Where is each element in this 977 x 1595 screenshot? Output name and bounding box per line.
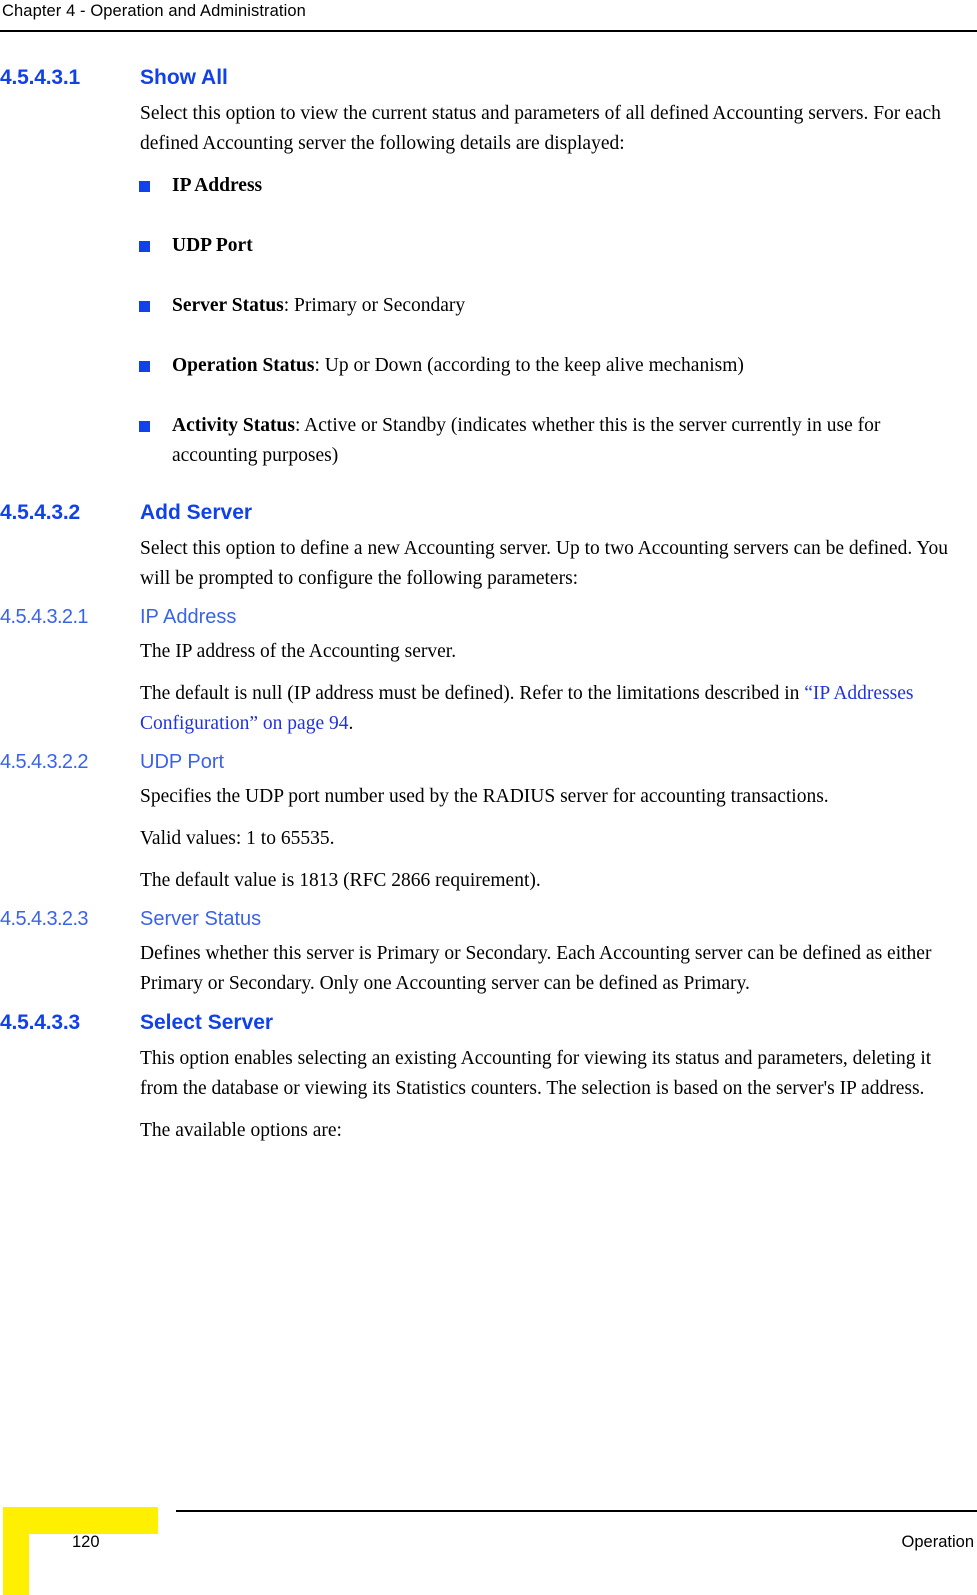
heading-show-all: 4.5.4.3.1 Show All [0,66,977,90]
list-item-label: Server Status [172,295,284,316]
paragraph-select-server-2: The available options are: [140,1120,342,1141]
list-item: Server Status: Primary or Secondary [0,291,977,321]
paragraph-udp-port-3: The default value is 1813 (RFC 2866 requ… [140,870,541,891]
paragraph-ip-address-1: The IP address of the Accounting server. [140,641,457,662]
page-number: 120 [72,1533,100,1551]
page-content: 4.5.4.3.1 Show All Select this option to… [0,66,977,1158]
list-item: Activity Status: Active or Standby (indi… [0,411,977,471]
heading-number-ip-address: 4.5.4.3.2.1 [0,606,89,628]
list-item: Operation Status: Up or Down (according … [0,351,977,381]
document-page: Chapter 4 - Operation and Administration… [0,0,977,1595]
header-rule [0,30,977,32]
heading-server-status: 4.5.4.3.2.3 Server Status [0,908,977,931]
paragraph-show-all-intro: Select this option to view the current s… [140,103,941,154]
heading-ip-address: 4.5.4.3.2.1 IP Address [0,606,977,629]
heading-number-add-server: 4.5.4.3.2 [0,501,80,524]
heading-select-server: 4.5.4.3.3 Select Server [0,1011,977,1035]
heading-number-select-server: 4.5.4.3.3 [0,1011,80,1034]
heading-title-show-all: Show All [140,66,228,89]
square-bullet-icon [139,181,150,192]
list-item-label: UDP Port [172,235,253,256]
heading-number-udp-port: 4.5.4.3.2.2 [0,751,89,773]
footer-section-name: Operation [901,1533,974,1551]
heading-title-udp-port: UDP Port [140,751,225,773]
list-item-text: : Up or Down (according to the keep aliv… [314,355,744,376]
running-header: Chapter 4 - Operation and Administration [2,2,306,20]
paragraph-ip-address-2: The default is null (IP address must be … [0,679,977,739]
heading-title-ip-address: IP Address [140,606,237,628]
list-item-label: Activity Status [172,415,295,436]
bullet-list-show-all-details: IP Address UDP Port Server Status: Prima… [0,171,977,471]
list-item-label: IP Address [172,175,263,196]
square-bullet-icon [139,361,150,372]
paragraph-udp-port-2: Valid values: 1 to 65535. [140,828,335,849]
paragraph-udp-port-1: Specifies the UDP port number used by th… [140,786,829,807]
heading-number-server-status: 4.5.4.3.2.3 [0,908,89,930]
paragraph-server-status-1: Defines whether this server is Primary o… [140,943,932,994]
list-item-label: Operation Status [172,355,315,376]
heading-title-server-status: Server Status [140,908,262,930]
list-item: UDP Port [0,231,977,261]
list-item-text: : Primary or Secondary [283,295,466,316]
heading-title-add-server: Add Server [140,501,253,524]
paragraph-select-server-1: This option enables selecting an existin… [140,1048,932,1099]
yellow-tab-marker-horizontal [3,1507,158,1534]
paragraph-text-after-link: . [348,713,354,734]
paragraph-add-server-intro: Select this option to define a new Accou… [140,538,948,589]
heading-number-show-all: 4.5.4.3.1 [0,66,80,89]
square-bullet-icon [139,241,150,252]
paragraph-text-before-link: The default is null (IP address must be … [140,683,805,704]
square-bullet-icon [139,421,150,432]
list-item: IP Address [0,171,977,201]
heading-title-select-server: Select Server [140,1011,274,1034]
heading-udp-port: 4.5.4.3.2.2 UDP Port [0,751,977,774]
square-bullet-icon [139,301,150,312]
footer-rule [176,1510,977,1512]
heading-add-server: 4.5.4.3.2 Add Server [0,501,977,525]
